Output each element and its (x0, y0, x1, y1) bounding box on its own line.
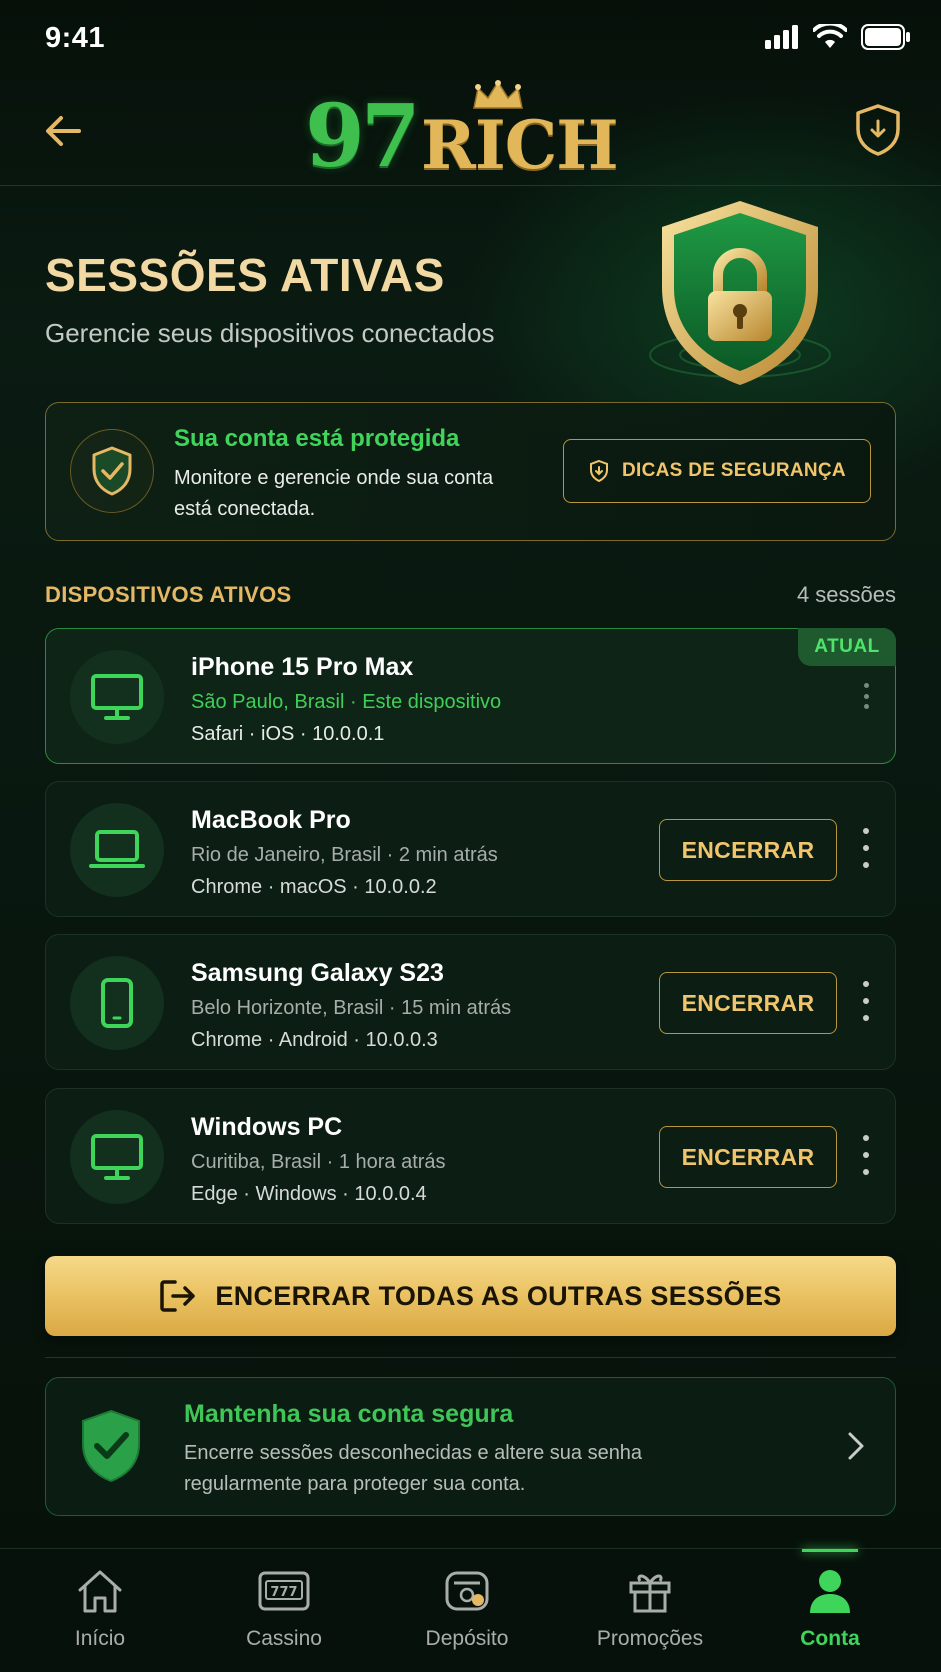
account-protected-card: Sua conta está protegida Monitore e gere… (45, 402, 896, 541)
device-location: São Paulo, Brasil · Este dispositivo (191, 691, 502, 713)
status-icons (765, 24, 911, 50)
logo-number: 97 (305, 86, 421, 187)
security-tips-label: DICAS DE SEGURANÇA (622, 460, 846, 481)
nav-item-cassino[interactable]: 777 Cassino (190, 1549, 378, 1672)
device-name: iPhone 15 Pro Max (191, 653, 414, 681)
nav-item-inicio[interactable]: Início (6, 1549, 194, 1672)
back-button[interactable] (38, 106, 88, 156)
current-badge: ATUAL (798, 628, 896, 666)
device-icon-wrap (70, 803, 164, 897)
brand-logo: 97 RICH (305, 80, 645, 187)
app-header: 97 RICH (0, 80, 941, 187)
page-title: SESSÕES ATIVAS (45, 249, 445, 301)
sessions-count: 4 sessões (796, 582, 896, 607)
more-options-button[interactable] (861, 828, 871, 868)
deposit-icon (445, 1571, 489, 1611)
device-location: Belo Horizonte, Brasil · 15 min atrás (191, 997, 512, 1019)
nav-label: Depósito (425, 1627, 509, 1650)
device-location: Curitiba, Brasil · 1 hora atrás (191, 1151, 446, 1173)
battery-icon (861, 24, 910, 50)
device-name: MacBook Pro (191, 806, 351, 834)
device-meta: Chrome · macOS · 10.0.0.2 (191, 876, 437, 898)
user-icon (810, 1570, 850, 1613)
nav-label: Início (74, 1627, 126, 1650)
device-icon-wrap (70, 650, 164, 744)
status-bar: 9:41 (0, 0, 941, 80)
safety-title: Mantenha sua conta segura (184, 1400, 514, 1428)
device-location: Rio de Janeiro, Brasil · 2 min atrás (191, 844, 498, 866)
status-time: 9:41 (45, 22, 106, 54)
protect-title: Sua conta está protegida (174, 425, 460, 452)
device-card-current[interactable]: iPhone 15 Pro Max São Paulo, Brasil · Es… (45, 628, 896, 764)
security-shield-button[interactable] (853, 102, 903, 158)
monitor-icon (91, 1134, 143, 1180)
more-options-button[interactable] (861, 1135, 871, 1175)
home-icon (78, 1570, 122, 1613)
devices-section-title: DISPOSITIVOS ATIVOS (45, 582, 292, 607)
shield-check-icon (82, 1409, 140, 1483)
device-meta: Safari · iOS · 10.0.0.1 (191, 723, 385, 745)
shield-icon (856, 104, 900, 156)
device-icon-wrap (70, 956, 164, 1050)
divider (45, 1357, 896, 1358)
bottom-nav: Início 777 Cassino Depósito Promoções Co… (0, 1548, 941, 1672)
nav-label: Promoções (596, 1627, 704, 1650)
end-all-label: ENCERRAR TODAS AS OUTRAS SESSÕES (215, 1280, 782, 1311)
signal-icon (765, 25, 798, 49)
sessions-page: 9:41 97 RICH SESSÕES ATIVAS Gerencie seu… (0, 0, 941, 1672)
end-session-button[interactable]: ENCERRAR (659, 1126, 837, 1188)
device-meta: Edge · Windows · 10.0.0.4 (191, 1183, 427, 1205)
nav-label: Cassino (246, 1627, 322, 1650)
slot-machine-icon: 777 (258, 1571, 310, 1611)
nav-item-conta[interactable]: Conta (736, 1549, 924, 1672)
gift-icon (629, 1574, 671, 1613)
safety-description: Encerre sessões desconhecidas e altere s… (184, 1442, 643, 1495)
phone-icon (101, 978, 133, 1028)
device-icon-wrap (70, 1110, 164, 1204)
shield-check-icon (92, 446, 132, 496)
monitor-icon (91, 674, 143, 720)
device-meta: Chrome · Android · 10.0.0.3 (191, 1029, 438, 1051)
svg-text:777: 777 (270, 1585, 297, 1600)
end-session-button[interactable]: ENCERRAR (659, 972, 837, 1034)
page-subtitle: Gerencie seus dispositivos conectados (45, 318, 495, 348)
more-options-button[interactable] (861, 683, 871, 709)
nav-label: Conta (800, 1627, 860, 1650)
device-name: Samsung Galaxy S23 (191, 959, 444, 987)
shield-small-icon (590, 459, 609, 483)
protect-icon-wrap (70, 429, 154, 513)
wifi-icon (813, 24, 847, 48)
chevron-right-icon (848, 1432, 864, 1460)
keep-account-safe-card[interactable]: Mantenha sua conta segura Encerre sessõe… (45, 1377, 896, 1516)
device-card[interactable]: MacBook Pro Rio de Janeiro, Brasil · 2 m… (45, 781, 896, 917)
laptop-icon (89, 830, 145, 868)
device-card[interactable]: Windows PC Curitiba, Brasil · 1 hora atr… (45, 1088, 896, 1224)
device-name: Windows PC (191, 1113, 343, 1141)
more-options-button[interactable] (861, 981, 871, 1021)
logo-word: RICH (421, 106, 619, 184)
nav-item-promocoes[interactable]: Promoções (556, 1549, 744, 1672)
end-session-button[interactable]: ENCERRAR (659, 819, 837, 881)
protect-description: Monitore e gerencie onde sua conta está … (174, 467, 494, 520)
end-all-sessions-button[interactable]: ENCERRAR TODAS AS OUTRAS SESSÕES (45, 1256, 896, 1336)
lock-shield-icon (649, 201, 831, 385)
logout-icon (160, 1280, 196, 1312)
security-tips-button[interactable]: DICAS DE SEGURANÇA (563, 439, 871, 503)
device-card[interactable]: Samsung Galaxy S23 Belo Horizonte, Brasi… (45, 934, 896, 1070)
arrow-left-icon (46, 116, 81, 146)
nav-item-deposito[interactable]: Depósito (373, 1549, 561, 1672)
